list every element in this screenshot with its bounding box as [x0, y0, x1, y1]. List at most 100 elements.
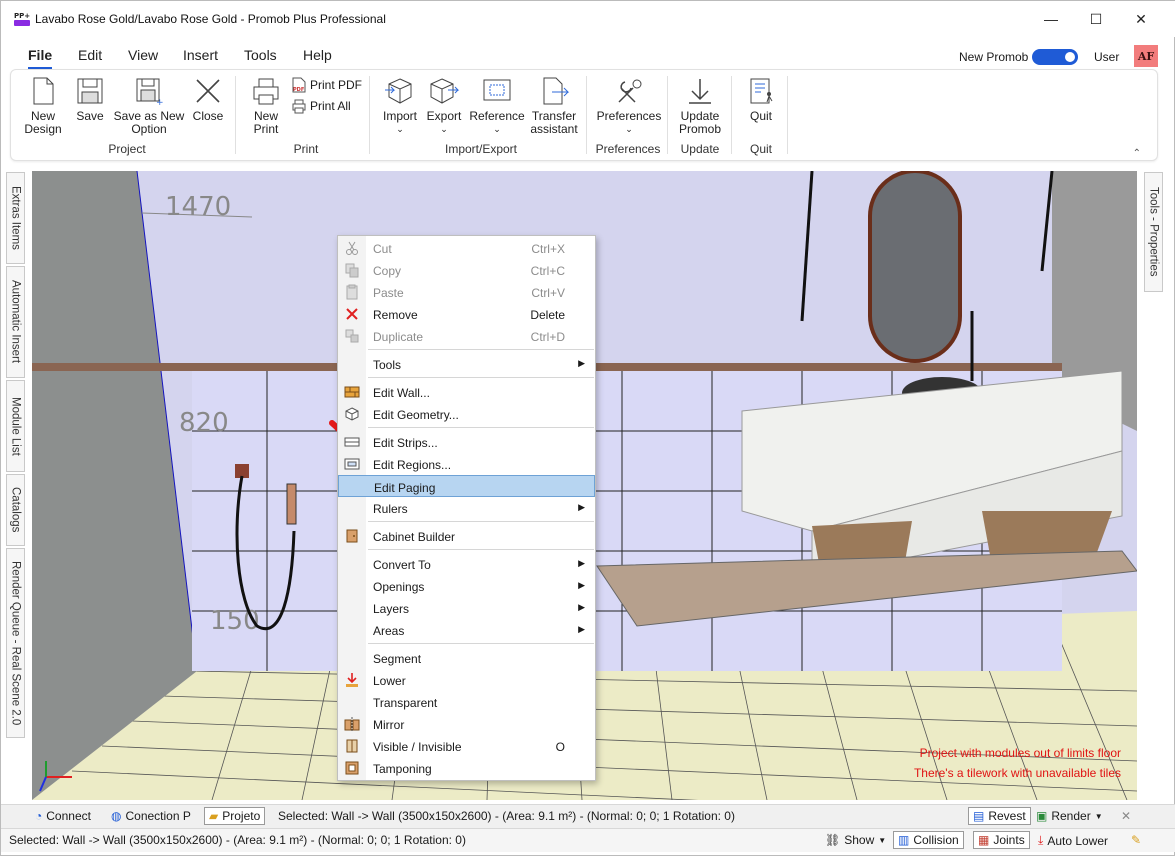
connect-button[interactable]: ◔ Connect	[35, 809, 91, 823]
user-label[interactable]: User	[1094, 50, 1119, 64]
menu-file[interactable]: File	[28, 47, 53, 69]
conection-button[interactable]: ◍ Conection P	[111, 809, 191, 823]
group-import-export-label: Import/Export	[444, 142, 518, 156]
new-print-button[interactable]: New Print	[248, 76, 284, 136]
import-button[interactable]: Import ⌄	[380, 76, 420, 136]
menu-separator	[368, 377, 594, 378]
save-button[interactable]: Save	[73, 76, 107, 123]
visibility-icon	[346, 739, 358, 753]
menu-bar: File Edit View Insert Tools Help New Pro…	[1, 37, 1175, 69]
tab-tools-properties[interactable]: Tools - Properties	[1144, 172, 1163, 292]
tab-catalogs[interactable]: Catalogs	[6, 474, 25, 546]
tab-automatic-insert[interactable]: Automatic Insert	[6, 266, 25, 378]
svg-text:PDF: PDF	[293, 87, 304, 93]
collision-toggle[interactable]: ▥ Collision	[893, 831, 964, 849]
menu-edit-wall[interactable]: Edit Wall...	[338, 381, 595, 403]
svg-text:+1: +1	[156, 98, 164, 106]
new-design-label-2: Design	[24, 122, 62, 136]
menu-edit-strips[interactable]: Edit Strips...	[338, 431, 595, 453]
submenu-arrow-icon: ▶	[578, 558, 585, 568]
dim-label-820: 820	[179, 408, 229, 438]
menu-edit-geometry[interactable]: Edit Geometry...	[338, 403, 595, 425]
update-promob-button[interactable]: Update Promob	[675, 76, 725, 136]
menu-visible-invisible[interactable]: Visible / Invisible O	[338, 735, 595, 757]
menu-edit-paging[interactable]: Edit Paging	[338, 475, 595, 497]
menu-visible-invisible-label: Visible / Invisible	[373, 740, 462, 754]
tab-render-queue[interactable]: Render Queue - Real Scene 2.0	[6, 548, 25, 738]
render-button[interactable]: ▣ Render ▼	[1036, 809, 1103, 823]
projeto-tab[interactable]: ▰ Projeto	[204, 807, 266, 825]
menu-tools[interactable]: Tools ▶	[338, 353, 595, 375]
revest-button[interactable]: ▤ Revest	[968, 807, 1031, 825]
joints-toggle[interactable]: ▦ Joints	[973, 831, 1030, 849]
avatar[interactable]: AF	[1134, 45, 1158, 67]
new-promob-label: New Promob	[959, 50, 1029, 64]
menu-tools[interactable]: Tools	[244, 47, 277, 63]
regions-icon	[344, 458, 360, 470]
save-label: Save	[76, 109, 104, 123]
close-icon	[196, 79, 220, 103]
save-as-new-option-button[interactable]: +1 Save as New Option	[112, 76, 186, 136]
export-chevron-down-icon: ⌄	[440, 124, 448, 134]
menu-help[interactable]: Help	[303, 47, 332, 63]
menu-segment[interactable]: Segment	[338, 647, 595, 669]
maximize-button[interactable]: ☐	[1073, 1, 1119, 37]
print-all-button[interactable]: Print All	[291, 98, 351, 114]
preferences-button[interactable]: Preferences ⌄	[596, 76, 662, 136]
auto-lower-toggle[interactable]: ⤓ Auto Lower	[1038, 833, 1108, 848]
menu-edit-regions[interactable]: Edit Regions...	[338, 453, 595, 475]
menu-edit[interactable]: Edit	[78, 47, 102, 63]
download-arrow-icon	[689, 79, 711, 104]
svg-text:PP+: PP+	[14, 12, 30, 20]
tab-module-list[interactable]: Module List	[6, 380, 25, 472]
export-button[interactable]: Export ⌄	[424, 76, 464, 136]
menu-paste[interactable]: Paste Ctrl+V	[338, 281, 595, 303]
menu-view[interactable]: View	[128, 47, 158, 63]
selection-info-bottom: Selected: Wall -> Wall (3500x150x2600) -…	[9, 833, 466, 847]
brush-icon[interactable]: ✎	[1131, 833, 1141, 847]
menu-tamponing[interactable]: Tamponing	[338, 757, 595, 779]
render-icon: ▣	[1036, 809, 1048, 823]
mirror-icon	[344, 717, 360, 731]
left-side-panel: Extras Items Automatic Insert Module Lis…	[6, 172, 26, 738]
reference-button[interactable]: Reference ⌄	[469, 76, 525, 136]
tab-automatic-insert-label: Automatic Insert	[9, 280, 22, 364]
quit-icon	[750, 78, 773, 104]
menu-transparent[interactable]: Transparent	[338, 691, 595, 713]
menu-layers-label: Layers	[373, 602, 410, 616]
menu-lower[interactable]: Lower	[338, 669, 595, 691]
new-design-button[interactable]: New Design	[23, 76, 63, 136]
menu-copy[interactable]: Copy Ctrl+C	[338, 259, 595, 281]
close-project-button[interactable]: Close	[191, 76, 225, 123]
menu-convert-to[interactable]: Convert To ▶	[338, 553, 595, 575]
menu-segment-label: Segment	[373, 652, 422, 666]
menu-tamponing-label: Tamponing	[373, 762, 432, 776]
menu-layers[interactable]: Layers ▶	[338, 597, 595, 619]
show-button[interactable]: ⛓ Show ▼	[825, 833, 886, 847]
menu-cut[interactable]: Cut Ctrl+X	[338, 237, 595, 259]
transfer-assistant-button[interactable]: Transfer assistant	[528, 76, 580, 136]
menu-remove-shortcut: Delete	[530, 308, 565, 322]
menu-openings[interactable]: Openings ▶	[338, 575, 595, 597]
quit-button[interactable]: Quit	[743, 76, 779, 123]
new-document-icon	[33, 77, 54, 105]
new-promob-toggle[interactable]	[1032, 49, 1078, 65]
scissors-icon	[346, 241, 358, 255]
print-pdf-button[interactable]: PDF Print PDF	[291, 77, 362, 93]
menu-remove[interactable]: Remove Delete	[338, 303, 595, 325]
tab-extras-items[interactable]: Extras Items	[6, 172, 25, 264]
menu-cabinet-builder[interactable]: Cabinet Builder	[338, 525, 595, 547]
menu-rulers[interactable]: Rulers ▶	[338, 497, 595, 519]
menu-separator	[368, 643, 594, 644]
close-panel-icon[interactable]: ✕	[1121, 809, 1131, 823]
wall-icon	[344, 386, 360, 398]
menu-duplicate[interactable]: Duplicate Ctrl+D	[338, 325, 595, 347]
collapse-ribbon-chevron-up-icon[interactable]: ⌃	[1133, 148, 1141, 159]
ribbon: New Design Save +1 Save as New Option Cl…	[10, 69, 1158, 161]
menu-insert[interactable]: Insert	[183, 47, 218, 63]
menu-areas[interactable]: Areas ▶	[338, 619, 595, 641]
close-window-button[interactable]: ✕	[1118, 1, 1164, 37]
menu-mirror[interactable]: Mirror	[338, 713, 595, 735]
app-window: PP+ Lavabo Rose Gold/Lavabo Rose Gold - …	[0, 0, 1175, 856]
minimize-button[interactable]: —	[1028, 1, 1074, 37]
